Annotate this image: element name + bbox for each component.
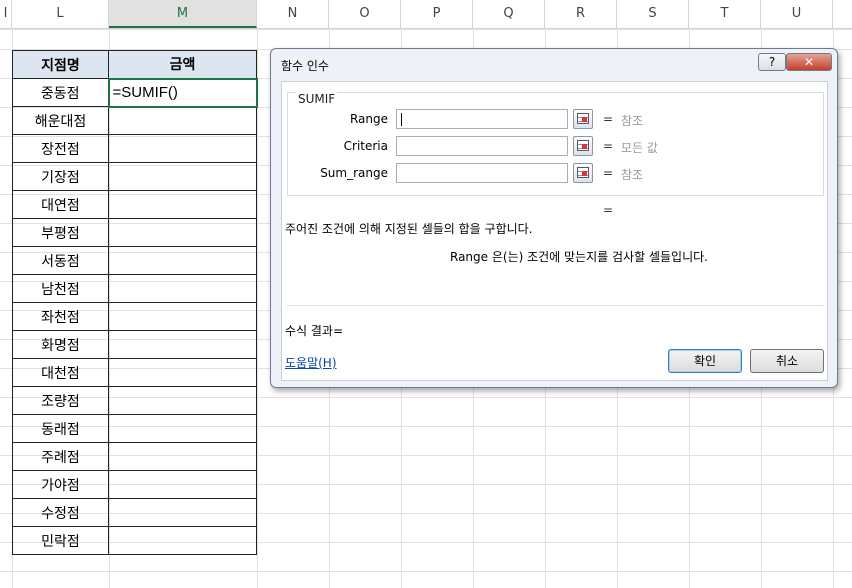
column-header-r[interactable]: R	[545, 0, 617, 28]
branch-cell[interactable]: 가야점	[12, 470, 109, 499]
table-row: 기장점	[12, 162, 257, 191]
branch-cell[interactable]: 서동점	[12, 246, 109, 275]
column-header-l[interactable]: L	[12, 0, 109, 28]
criteria-input[interactable]	[396, 136, 568, 156]
table-row: 해운대점	[12, 106, 257, 135]
branch-cell[interactable]: 대천점	[12, 358, 109, 387]
ok-button[interactable]: 확인	[668, 349, 742, 373]
close-button[interactable]: ✕	[786, 53, 832, 71]
text-caret	[401, 113, 402, 126]
column-header-p[interactable]: P	[401, 0, 473, 28]
sum-range-equals: =	[603, 166, 614, 180]
column-header-t[interactable]: T	[689, 0, 761, 28]
amount-cell[interactable]	[108, 414, 257, 443]
table-row: 화명점	[12, 330, 257, 359]
header-branch-name[interactable]: 지점명	[12, 50, 109, 79]
criteria-hint: 모든 값	[621, 141, 658, 155]
dialog-body: SUMIF Range = 참조 Criteria = 모든 값 Sum_ran…	[281, 81, 828, 381]
sum-range-label: Sum_range	[320, 166, 388, 180]
column-header-i[interactable]: I	[0, 0, 12, 28]
branch-cell[interactable]: 부평점	[12, 218, 109, 247]
help-title-button[interactable]: ?	[758, 53, 786, 71]
branch-table: 지점명 금액 중동점 =SUMIF() 해운대점 장전점 기장점 대연점 부평점…	[12, 50, 258, 555]
table-row: 수정점	[12, 498, 257, 527]
amount-cell[interactable]	[108, 218, 257, 247]
amount-cell[interactable]	[108, 358, 257, 387]
amount-cell[interactable]	[108, 330, 257, 359]
active-formula-cell[interactable]: =SUMIF()	[107, 77, 258, 108]
help-link[interactable]: 도움말(H)	[285, 354, 337, 371]
branch-cell[interactable]: 좌천점	[12, 302, 109, 331]
table-row: 장전점	[12, 134, 257, 163]
table-row: 대연점	[12, 190, 257, 219]
range-hint: 참조	[621, 114, 644, 128]
criteria-collapse-icon[interactable]	[573, 136, 593, 156]
table-row: 중동점 =SUMIF()	[12, 77, 258, 108]
amount-cell[interactable]	[108, 498, 257, 527]
branch-cell[interactable]: 남천점	[12, 274, 109, 303]
branch-cell[interactable]: 조량점	[12, 386, 109, 415]
amount-cell[interactable]	[108, 106, 257, 135]
amount-cell[interactable]	[108, 442, 257, 471]
table-row: 조량점	[12, 386, 257, 415]
function-description: 주어진 조건에 의해 지정된 셀들의 합을 구합니다.	[285, 222, 533, 236]
column-header-s[interactable]: S	[617, 0, 689, 28]
branch-cell[interactable]: 해운대점	[12, 106, 109, 135]
sum-range-collapse-icon[interactable]	[573, 163, 593, 183]
result-equals: =	[603, 203, 614, 217]
sum-range-input[interactable]	[396, 163, 568, 183]
table-row: 대천점	[12, 358, 257, 387]
column-header-u[interactable]: U	[761, 0, 833, 28]
branch-cell[interactable]: 주례점	[12, 442, 109, 471]
table-row: 동래점	[12, 414, 257, 443]
amount-cell[interactable]	[108, 302, 257, 331]
branch-cell[interactable]: 기장점	[12, 162, 109, 191]
range-label: Range	[349, 112, 388, 126]
table-row: 부평점	[12, 218, 257, 247]
criteria-label: Criteria	[343, 139, 388, 153]
branch-cell[interactable]: 대연점	[12, 190, 109, 219]
table-row: 민락점	[12, 526, 257, 555]
divider	[287, 305, 824, 306]
column-header-o[interactable]: O	[329, 0, 401, 28]
branch-cell[interactable]: 중동점	[12, 78, 109, 107]
branch-cell[interactable]: 장전점	[12, 134, 109, 163]
column-header-m[interactable]: M	[109, 0, 257, 28]
column-header-n[interactable]: N	[257, 0, 329, 28]
dialog-title: 함수 인수	[281, 59, 329, 73]
branch-cell[interactable]: 수정점	[12, 498, 109, 527]
branch-cell[interactable]: 동래점	[12, 414, 109, 443]
table-row: 남천점	[12, 274, 257, 303]
range-input[interactable]	[396, 109, 568, 129]
branch-cell[interactable]: 민락점	[12, 526, 109, 555]
amount-cell[interactable]	[108, 470, 257, 499]
function-group: SUMIF Range = 참조 Criteria = 모든 값 Sum_ran…	[287, 92, 824, 196]
amount-cell[interactable]	[108, 162, 257, 191]
table-row: 서동점	[12, 246, 257, 275]
table-row: 가야점	[12, 470, 257, 499]
branch-cell[interactable]: 화명점	[12, 330, 109, 359]
column-header-q[interactable]: Q	[473, 0, 545, 28]
table-header-row: 지점명 금액	[12, 50, 257, 79]
sum-range-hint: 참조	[621, 168, 644, 182]
column-header-row: I L M N O P Q R S T U	[0, 0, 852, 29]
function-arguments-dialog: 함수 인수 ? ✕ SUMIF Range = 참조 Criteria = 모든…	[270, 48, 838, 388]
table-row: 좌천점	[12, 302, 257, 331]
header-amount[interactable]: 금액	[108, 50, 257, 79]
amount-cell[interactable]	[108, 134, 257, 163]
amount-cell[interactable]	[108, 526, 257, 555]
range-equals: =	[603, 112, 614, 126]
amount-cell[interactable]	[108, 246, 257, 275]
table-row: 주례점	[12, 442, 257, 471]
amount-cell[interactable]	[108, 386, 257, 415]
formula-result-label: 수식 결과=	[285, 324, 344, 338]
cancel-button[interactable]: 취소	[750, 349, 824, 373]
function-name-label: SUMIF	[296, 92, 338, 106]
range-collapse-icon[interactable]	[573, 109, 593, 129]
criteria-equals: =	[603, 139, 614, 153]
amount-cell[interactable]	[108, 190, 257, 219]
argument-description: Range 은(는) 조건에 맞는지를 검사할 셀들입니다.	[450, 250, 708, 264]
amount-cell[interactable]	[108, 274, 257, 303]
